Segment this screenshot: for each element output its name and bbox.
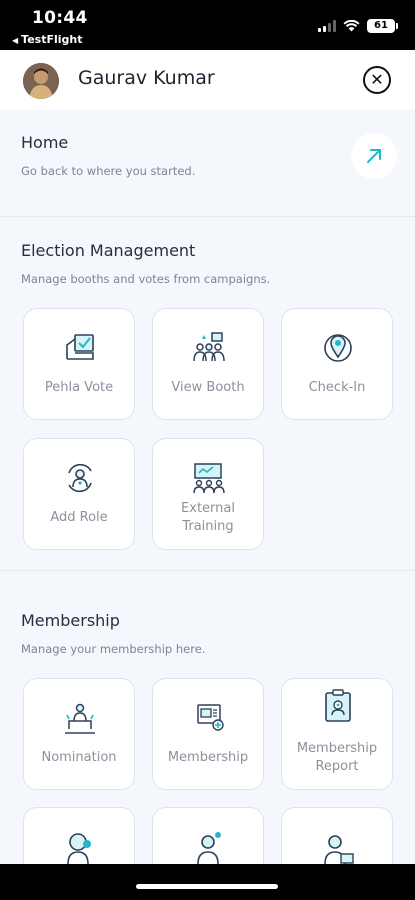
tile-label-text: External Training [181,501,235,534]
membership-title: Membership [21,611,120,630]
wifi-icon [343,20,360,32]
election-subtitle: Manage booths and votes from campaigns. [21,272,271,286]
election-title: Election Management [21,241,196,260]
status-bar: 10:44 ◀ TestFlight 61 [0,0,415,50]
tile-label: Membership Report [282,740,392,776]
user-badge-icon [67,833,91,864]
training-icon [193,463,225,494]
tile-label: Nomination [41,750,117,765]
user-name: Gaurav Kumar [78,67,215,89]
menu-header: Gaurav Kumar ✕ [0,50,415,110]
section-divider [0,570,415,571]
nomination-icon [65,703,95,734]
person-icon [197,832,221,864]
battery-level: 61 [374,20,388,31]
back-to-app-link[interactable]: ◀ TestFlight [12,33,82,46]
back-app-label: TestFlight [21,33,83,46]
report-icon [325,689,351,722]
tile-label: Membership [167,750,249,765]
tile-nomination[interactable]: Nomination [23,678,135,790]
booth-icon [193,332,225,362]
battery-icon: 61 [367,19,398,33]
home-title: Home [21,133,69,152]
tile-label: Check-In [308,380,366,395]
arrow-up-right-icon[interactable] [351,133,397,179]
home-link[interactable]: Home Go back to where you started. [0,110,415,216]
status-indicators: 61 [318,19,398,33]
tile-view-booth[interactable]: View Booth [152,308,264,420]
home-bar[interactable] [136,884,278,889]
signal-icon [318,20,336,32]
home-indicator [0,864,415,900]
tile-label: View Booth [171,380,245,395]
tile-label: External Training [153,500,263,536]
ballot-icon [66,334,94,360]
role-icon [68,463,92,493]
tile-partial-2[interactable] [152,807,264,864]
tile-label-text: Membership Report [296,741,378,774]
tile-membership-report[interactable]: Membership Report [281,678,393,790]
home-subtitle: Go back to where you started. [21,164,196,178]
close-icon: ✕ [370,70,384,89]
person-card-icon [324,835,354,864]
avatar[interactable] [23,63,59,99]
membership-icon [197,704,224,731]
avatar-image [23,63,59,99]
membership-subtitle: Manage your membership here. [21,642,206,656]
status-time: 10:44 [32,8,88,28]
tile-pehla-vote[interactable]: Pehla Vote [23,308,135,420]
side-menu: Gaurav Kumar ✕ Home Go back to where you… [0,50,415,864]
tile-external-training[interactable]: External Training [152,438,264,550]
tile-label: Pehla Vote [44,380,114,395]
section-divider [0,216,415,217]
tile-check-in[interactable]: Check-In [281,308,393,420]
tile-partial-1[interactable] [23,807,135,864]
tile-add-role[interactable]: Add Role [23,438,135,550]
location-pin-icon [324,334,352,362]
close-button[interactable]: ✕ [363,66,391,94]
tile-partial-3[interactable] [281,807,393,864]
tile-membership[interactable]: Membership [152,678,264,790]
tile-label: Add Role [50,510,108,525]
